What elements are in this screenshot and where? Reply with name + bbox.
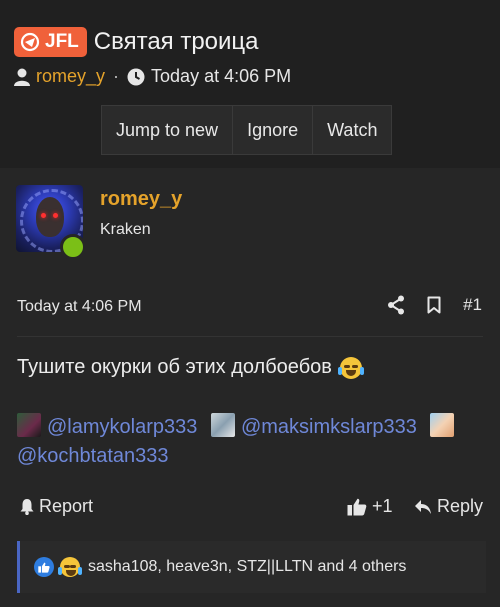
ignore-button[interactable]: Ignore [233,106,314,154]
avatar-eye-right [53,213,58,218]
mention-avatar-2 [210,413,235,437]
thread-meta: romey_y · Today at 4:06 PM [14,66,291,87]
laugh-reaction-icon [58,557,82,577]
mention-avatar-1 [17,413,41,437]
bookmark-icon[interactable] [427,296,441,314]
bell-icon [20,499,34,515]
reply-icon [415,499,431,514]
mention-link-1[interactable]: @lamykolarp333 [47,416,197,438]
mention-avatar-3 [430,413,455,437]
mention-link-3[interactable]: @kochbtatan333 [17,445,169,467]
thread-title-row: JFL Святая троица [14,27,259,57]
thread-title: Святая троица [93,28,259,55]
report-button[interactable]: Report [20,496,93,517]
thread-header: JFL Святая троица romey_y · Today at 4:0… [0,0,500,168]
post-tools: #1 [387,295,482,315]
avatar-face [36,197,64,237]
mention-link-2[interactable]: @maksimkslarp333 [241,416,417,438]
thread-prefix-label: JFL [45,31,79,52]
post-body: Тушите окурки об этих долбоебов [17,356,364,379]
report-label: Report [39,496,94,516]
thread-author-link[interactable]: romey_y [36,66,105,87]
reactions-bar[interactable]: sasha108, heave3n, STZ||LLTN and 4 other… [17,541,486,593]
post-text: Тушите окурки об этих долбоебов [17,356,332,378]
share-icon[interactable] [387,295,405,315]
prefix-logo-icon [20,32,40,52]
like-reaction-icon [34,557,54,577]
thread-action-buttons: Jump to new Ignore Watch [101,105,393,155]
clock-icon [127,68,145,85]
post-divider [17,336,483,337]
post-number-link[interactable]: #1 [463,295,482,315]
post-time[interactable]: Today at 4:06 PM [17,298,142,316]
reply-button[interactable]: Reply [414,496,483,517]
like-button[interactable]: +1 [347,496,393,517]
jump-to-new-button[interactable]: Jump to new [102,106,234,154]
avatar-eye-left [41,213,46,218]
user-icon [14,68,30,86]
reaction-icons [34,557,82,577]
meta-separator: · [113,66,120,86]
post-mentions: @lamykolarp333 @maksimkslarp333 @kochbta… [17,413,487,471]
watch-button[interactable]: Watch [313,106,391,154]
laughing-emoji-icon [337,356,364,379]
post-author-name[interactable]: romey_y [100,188,182,211]
reply-label: Reply [437,496,484,516]
thumbs-up-icon [347,498,367,515]
reactions-list[interactable]: sasha108, heave3n, STZ||LLTN and 4 other… [88,558,406,576]
post-actions: Report +1 Reply [17,496,483,518]
post-author-title: Kraken [100,221,151,238]
like-count: +1 [372,496,393,516]
thread-time[interactable]: Today at 4:06 PM [151,66,291,87]
thread-prefix-badge[interactable]: JFL [14,27,87,57]
online-status-indicator [60,234,86,260]
